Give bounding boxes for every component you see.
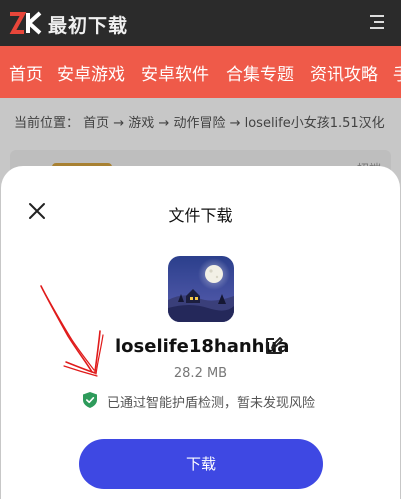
nav-item-collections[interactable]: 合集专题	[226, 60, 294, 85]
shield-check-icon	[83, 392, 97, 408]
nav-item-android-software[interactable]: 安卓软件	[141, 60, 209, 85]
download-button[interactable]: 下载	[79, 439, 323, 489]
nav-item-more[interactable]: 手	[393, 60, 401, 85]
main-nav: 首页 安卓游戏 安卓软件 合集专题 资讯攻略 手	[0, 46, 401, 98]
site-header: 最初下载	[0, 0, 401, 46]
nav-item-news-guides[interactable]: 资讯攻略	[310, 60, 378, 85]
file-size: 28.2 MB	[173, 366, 228, 381]
site-logo-text[interactable]: 最初下载	[48, 11, 128, 38]
nav-item-android-games[interactable]: 安卓游戏	[57, 60, 125, 85]
safety-text: 已通过智能护盾检测，暂未发现风险	[107, 396, 316, 411]
edit-icon[interactable]	[264, 336, 284, 356]
app-icon	[168, 256, 234, 322]
zk-logo-icon[interactable]	[8, 11, 42, 35]
nav-item-home[interactable]: 首页	[9, 60, 43, 85]
sheet-title: 文件下载	[168, 206, 233, 225]
menu-icon[interactable]	[367, 12, 387, 32]
